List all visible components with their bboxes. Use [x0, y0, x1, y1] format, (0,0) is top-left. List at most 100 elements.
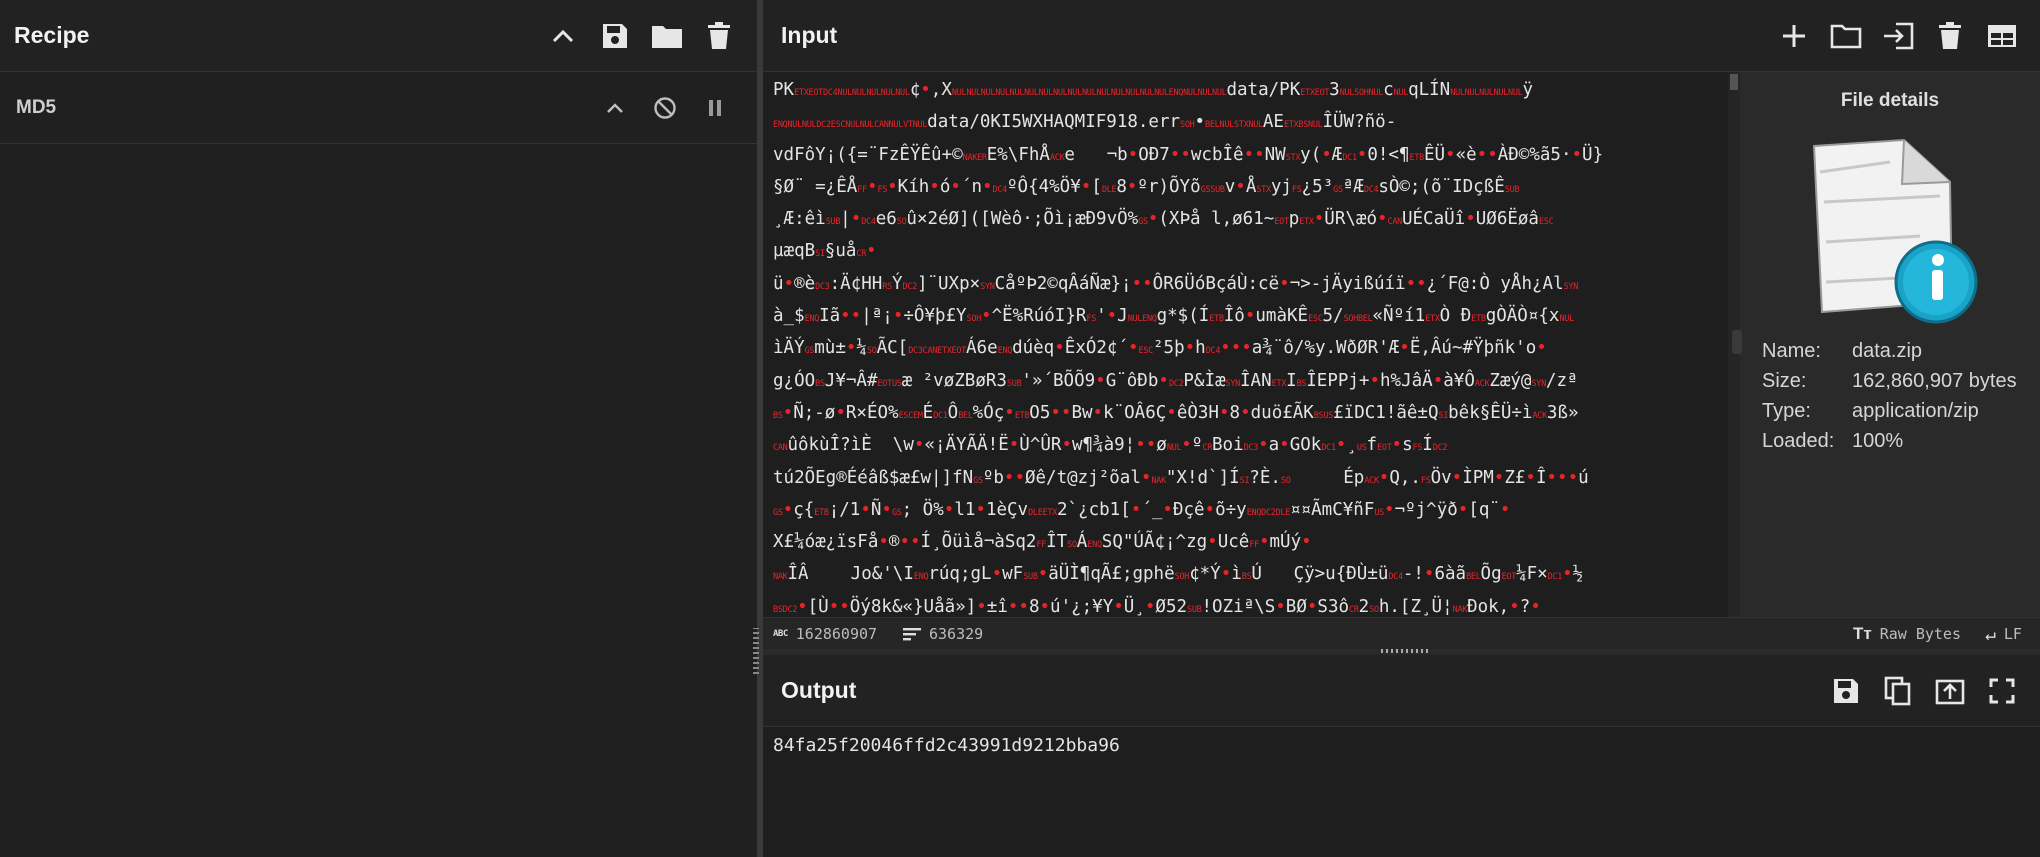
char-count-value: 162860907 [795, 625, 878, 643]
control-char: SO [1369, 604, 1379, 615]
control-char: DC4 [861, 217, 876, 228]
text-run: UÉCaÜî [1401, 209, 1466, 230]
text-run: ÎAN [1240, 370, 1272, 391]
text-run: 8 [1028, 596, 1040, 616]
control-char: GS [1138, 217, 1148, 228]
special-char: • [1126, 176, 1138, 197]
control-char: NAK [962, 152, 978, 163]
text-run: qLÍN [1408, 80, 1451, 100]
special-char: • [1306, 596, 1318, 616]
control-char: NUL [1393, 88, 1409, 98]
control-char: ETB [1209, 314, 1224, 325]
text-run: ¸Æ:êì [773, 209, 826, 230]
operation-md5[interactable]: MD5 [0, 72, 757, 144]
output-header: Output [763, 655, 2040, 727]
input-line: g¿ÓOBSJ¥¬Â#EOTUSæ ²vøZBøR3SUB'»´BÕÕ9•G¨ô… [773, 367, 1728, 399]
load-recipe-folder-icon[interactable] [651, 20, 683, 52]
operation-disable-icon[interactable] [649, 92, 681, 124]
copy-output-icon[interactable] [1882, 675, 1914, 707]
control-char: FF [1036, 540, 1047, 551]
text-run: h.[Z¸Ü¦ [1378, 596, 1453, 616]
control-char: DC3 [1243, 443, 1259, 454]
control-char: DC1 [1342, 152, 1357, 163]
save-output-icon[interactable] [1830, 675, 1862, 707]
special-char: •• [1476, 144, 1498, 165]
control-char: SI [1438, 410, 1449, 421]
text-run: Îô [1223, 306, 1245, 327]
special-char: • [1106, 306, 1118, 327]
text-run: ÔR6ÜóBçáÙ:cë [1152, 273, 1280, 294]
clear-input-trash-icon[interactable] [1934, 20, 1966, 52]
special-char: • [1158, 370, 1169, 391]
add-tab-plus-icon[interactable] [1778, 20, 1810, 52]
maximise-output-icon[interactable] [1986, 675, 2018, 707]
control-char: ACK [1474, 378, 1490, 389]
special-char: • [866, 176, 878, 197]
text-run: Ép [1290, 467, 1365, 488]
text-run: ? [1519, 596, 1531, 616]
text-run: -! [1402, 564, 1424, 585]
replace-input-with-output-icon[interactable] [1934, 675, 1966, 707]
char-count: ABC 162860907 [773, 625, 877, 643]
eol-selector[interactable]: ↵ LF [1985, 624, 2022, 645]
text-run: ø [1156, 435, 1167, 456]
special-char: •• [1135, 435, 1157, 456]
text-run: ÜR\æó [1324, 209, 1377, 230]
control-char: DC1 [933, 410, 948, 421]
text-run: ºÔ{4%Ö¥ [1007, 176, 1081, 197]
open-file-import-icon[interactable] [1882, 20, 1914, 52]
special-char: • [1562, 564, 1573, 585]
text-run: Zæý@ [1489, 370, 1532, 391]
control-char: ENQNULNULDC2ESCNULNULCANNULVTNUL [773, 120, 928, 131]
chr-enc-selector[interactable]: Tт Raw Bytes [1853, 624, 1961, 644]
special-char: • [1335, 435, 1347, 456]
special-char: • [1004, 402, 1015, 423]
save-recipe-icon[interactable] [599, 20, 631, 52]
text-run: Í¸Õüìå¬àSq2 [920, 532, 1037, 553]
text-run: «Ñºí1 [1372, 306, 1426, 327]
output-textarea[interactable]: 84fa25f20046ffd2c43991d9212bba96 [773, 735, 1120, 756]
file-type-label: Type: [1762, 400, 1811, 422]
text-run: ÎÜW?ñö- [1322, 112, 1397, 133]
control-char: SO [1280, 475, 1291, 486]
file-name-label: Name: [1762, 340, 1821, 362]
text-run: Õg [1480, 564, 1502, 585]
control-char: NULSOHNUL [1339, 88, 1384, 98]
input-panel: Input PKETXEOTDC4NULNULNULNULNUL¢•,XNULN… [763, 0, 2040, 650]
file-loaded-label: Loaded: [1762, 430, 1835, 452]
input-line: ¸Æ:êìSUB|•DC4e6SOû×2éØ]([Wèô·;Õì¡æÐ9vÖ%G… [773, 205, 1728, 237]
collapse-all-icon[interactable] [547, 20, 579, 52]
special-char: • [1166, 402, 1177, 423]
special-char: • [1061, 435, 1072, 456]
text-run: ¿5³ [1301, 176, 1334, 197]
text-run: £ïDC1 [1333, 402, 1386, 423]
text-run: 0!<¶ [1367, 144, 1410, 165]
control-char: CR [1202, 443, 1213, 454]
text-run: ÿ [1522, 80, 1534, 100]
text-run: !ãê±Q [1385, 402, 1439, 423]
control-char: US [1323, 410, 1334, 421]
text-run: ¢*Ý [1189, 564, 1221, 585]
text-run: ¬>-jÄyißúíï [1289, 273, 1406, 294]
text-run: Ù^ÛR [1019, 435, 1062, 456]
control-char: ESC [1308, 314, 1323, 325]
operation-breakpoint-pause-icon[interactable] [699, 92, 731, 124]
reset-layout-icon[interactable] [1986, 20, 2018, 52]
open-folder-icon[interactable] [1830, 20, 1862, 52]
control-char: CAN [1387, 217, 1403, 228]
control-char: NULNULNULNULNUL [1450, 88, 1523, 98]
text-run: ±î [986, 596, 1008, 616]
text-run: X£¼óæ¿ïsFå [773, 532, 879, 553]
control-char: RS [882, 281, 892, 292]
clear-recipe-trash-icon[interactable] [703, 20, 735, 52]
text-run: :Ä¢HH [829, 273, 883, 294]
input-textarea[interactable]: PKETXEOTDC4NULNULNULNULNUL¢•,XNULNULNULN… [773, 76, 1728, 616]
input-status-bar: ABC 162860907 636329 Tт Raw Bytes ↵ LF [763, 617, 2040, 650]
recipe-panel: Recipe MD5 [0, 0, 757, 857]
special-char: • [1162, 499, 1173, 520]
special-char: • [1509, 596, 1520, 616]
special-char: •• [1243, 144, 1265, 165]
file-details-toggle[interactable] [1732, 330, 1742, 354]
operation-collapse-icon[interactable] [599, 92, 631, 124]
text-run: ´_ [1141, 499, 1163, 520]
